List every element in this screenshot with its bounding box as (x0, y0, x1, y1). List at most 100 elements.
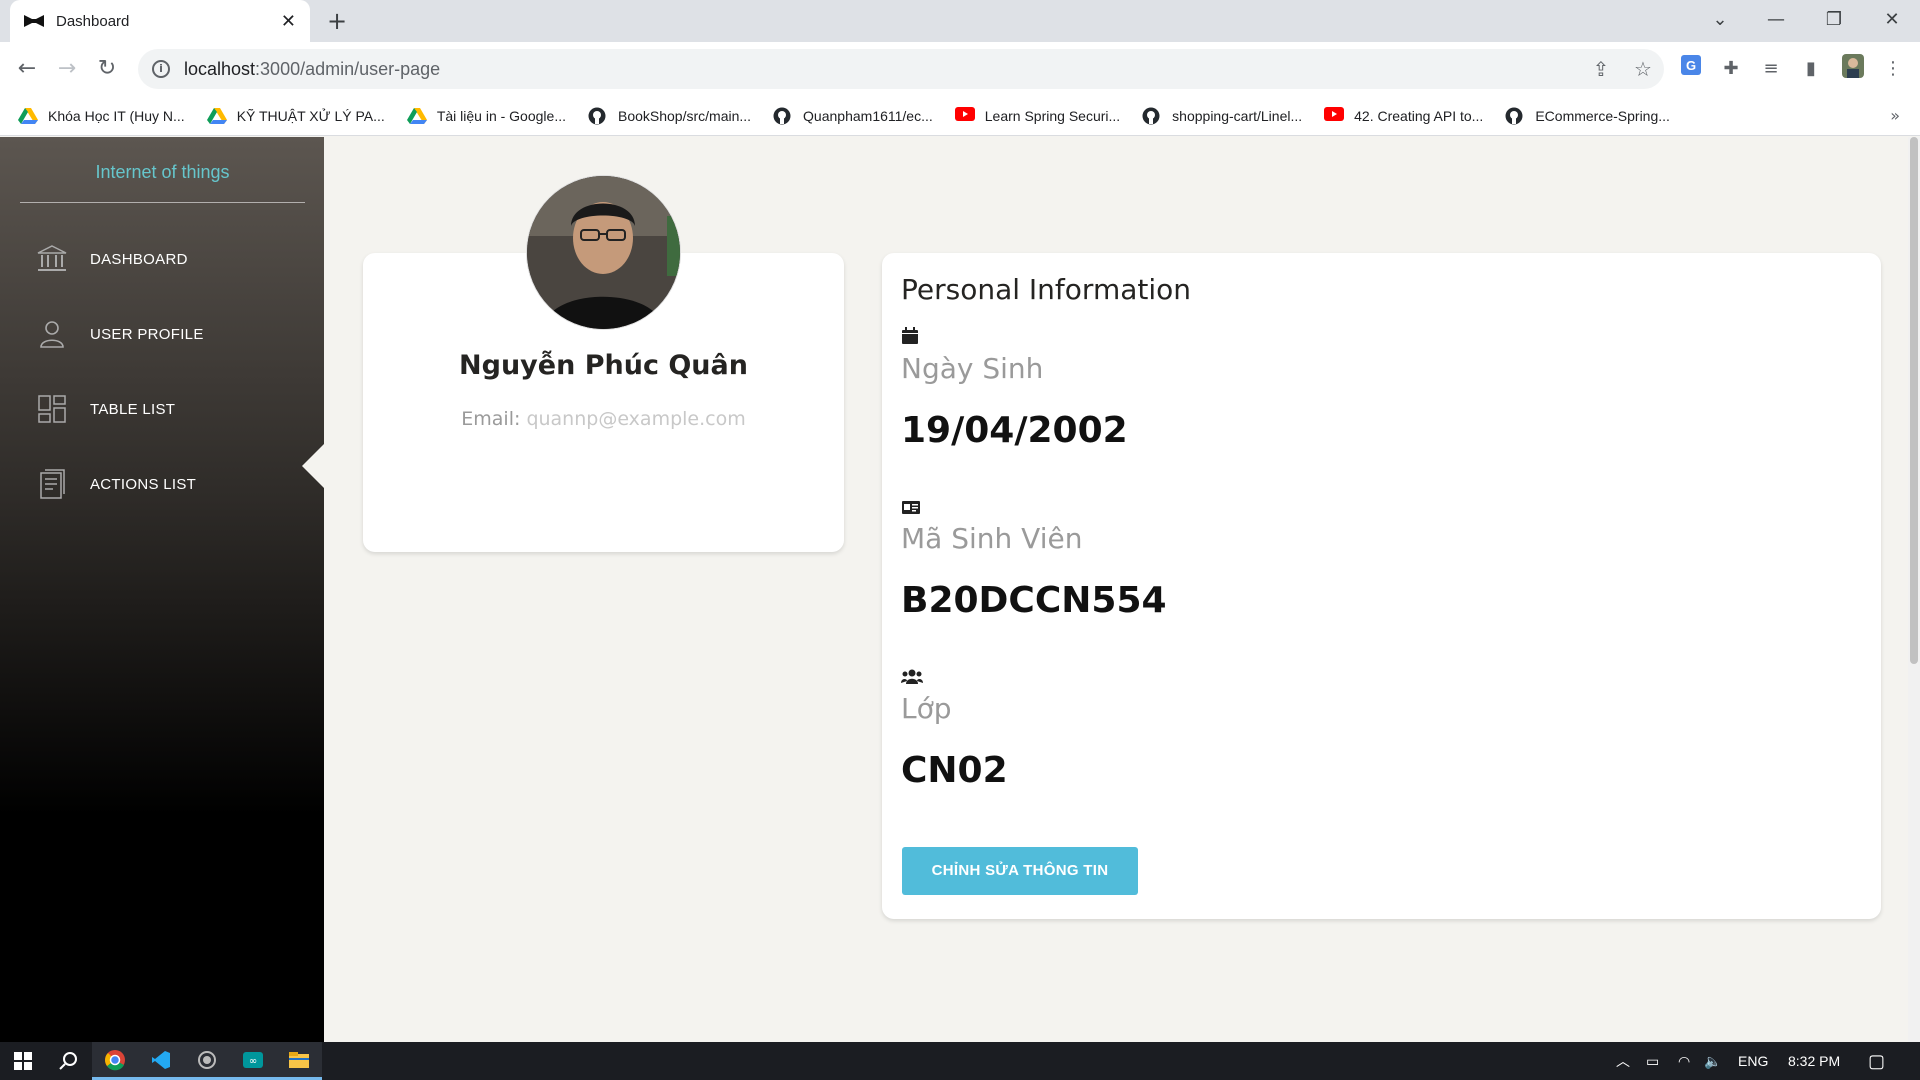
sidebar: Internet of things DASHBOARD USER PROFIL… (0, 137, 324, 1042)
notifications-icon[interactable]: ▢ (1868, 1042, 1885, 1080)
sidebar-brand[interactable]: Internet of things (20, 137, 305, 203)
chrome-taskbar-icon[interactable] (92, 1042, 138, 1080)
sidebar-item-user-profile[interactable]: USER PROFILE (0, 304, 324, 364)
personal-info-title: Personal Information (901, 273, 1192, 306)
svg-text:∞: ∞ (249, 1056, 257, 1067)
media-queue-icon[interactable]: ≡ (1756, 54, 1786, 84)
github-icon (1505, 107, 1525, 125)
volume-icon[interactable]: 🔈 (1704, 1042, 1721, 1080)
bookmark-label: Tài liệu in - Google... (436, 107, 566, 124)
bookmark-label: Learn Spring Securi... (984, 107, 1121, 124)
youtube-icon (1324, 106, 1345, 125)
email-value: quannp@example.com (526, 408, 746, 430)
share-icon[interactable]: ⇪ (1584, 52, 1618, 86)
new-tab-button[interactable]: + (322, 6, 352, 36)
bookmark-label: KỸ THUẬT XỬ LÝ PA... (236, 107, 385, 124)
bookmark-label: Khóa Học IT (Huy N... (48, 107, 185, 124)
bookmark-label: BookShop/src/main... (617, 107, 752, 124)
id-card-icon (902, 501, 920, 514)
email-label: Email: (461, 408, 521, 430)
browser-tabstrip: Dashboard ✕ + ⌄ — ❐ ✕ (0, 0, 1920, 42)
bookmark-label: shopping-cart/Linel... (1172, 107, 1303, 124)
extensions-puzzle-icon[interactable]: ✚ (1716, 54, 1746, 84)
bookmark-item[interactable]: BookShop/src/main... (588, 107, 751, 125)
document-icon (40, 469, 65, 499)
bookmarks-bar: Khóa Học IT (Huy N... KỸ THUẬT XỬ LÝ PA..… (0, 96, 1920, 136)
bookmark-item[interactable]: Quanpham1611/ec... (773, 107, 933, 125)
tab-title: Dashboard (56, 12, 130, 30)
wifi-icon[interactable]: ◠ (1678, 1042, 1690, 1080)
site-info-icon[interactable]: i (152, 60, 170, 78)
bookmarks-more-button[interactable]: » (1890, 96, 1900, 136)
bookmark-star-icon[interactable]: ☆ (1626, 52, 1660, 86)
avatar (527, 176, 680, 329)
chrome-menu-icon[interactable]: ⋮ (1878, 54, 1908, 84)
grid-icon (38, 395, 66, 423)
github-icon (773, 107, 793, 125)
bank-icon (37, 245, 67, 271)
tab-search-icon[interactable]: ⌄ (1692, 0, 1748, 42)
edit-info-button[interactable]: CHỈNH SỬA THÔNG TIN (902, 847, 1138, 895)
restore-button[interactable]: ❐ (1806, 0, 1862, 42)
active-indicator (302, 444, 324, 488)
field-value-class: CN02 (901, 750, 1008, 791)
bookmark-item[interactable]: 42. Creating API to... (1324, 106, 1484, 125)
tab-close-icon[interactable]: ✕ (281, 11, 296, 32)
translate-extension-icon[interactable]: G (1676, 54, 1706, 84)
back-button[interactable]: ← (10, 52, 44, 86)
bookmark-item[interactable]: Khóa Học IT (Huy N... (18, 107, 185, 125)
language-indicator[interactable]: ENG (1738, 1042, 1768, 1080)
field-label-birthday: Ngày Sinh (901, 352, 1044, 385)
sidebar-item-label: ACTIONS LIST (90, 475, 197, 493)
side-panel-icon[interactable]: ▮ (1796, 54, 1826, 84)
address-bar[interactable]: i localhost:3000/admin/user-page (138, 49, 1664, 89)
bow-tie-icon (24, 14, 44, 28)
scrollbar-thumb[interactable] (1910, 137, 1918, 664)
bookmark-item[interactable]: Tài liệu in - Google... (406, 107, 566, 125)
youtube-icon (954, 106, 975, 125)
minimize-button[interactable]: — (1748, 0, 1804, 42)
windows-start-icon[interactable] (0, 1042, 46, 1080)
field-value-birthday: 19/04/2002 (901, 410, 1128, 451)
tray-chevron-icon[interactable]: ︿ (1616, 1042, 1630, 1080)
battery-icon[interactable]: ▭ (1646, 1042, 1659, 1080)
close-window-button[interactable]: ✕ (1864, 0, 1920, 42)
bookmark-item[interactable]: ECommerce-Spring... (1505, 107, 1670, 125)
reload-button[interactable]: ↻ (90, 52, 124, 86)
bookmark-label: Quanpham1611/ec... (803, 107, 933, 124)
users-icon (901, 669, 923, 684)
vscode-taskbar-icon[interactable] (138, 1042, 184, 1080)
profile-name: Nguyễn Phúc Quân (459, 350, 748, 381)
bookmark-item[interactable]: shopping-cart/Linel... (1142, 107, 1302, 125)
sidebar-item-table-list[interactable]: TABLE LIST (0, 379, 324, 439)
field-value-student-id: B20DCCN554 (901, 580, 1167, 621)
github-icon (588, 107, 608, 125)
bookmark-label: ECommerce-Spring... (1535, 107, 1670, 124)
profile-email: Email: quannp@example.com (363, 408, 844, 430)
taskbar: ∞ ︿ ▭ ◠ 🔈 ENG 8:32 PM ▢ (0, 1042, 1920, 1080)
url-text: localhost:3000/admin/user-page (184, 58, 441, 79)
sidebar-item-actions-list[interactable]: ACTIONS LIST (0, 454, 324, 514)
calendar-icon (902, 327, 918, 344)
sidebar-item-dashboard[interactable]: DASHBOARD (0, 229, 324, 289)
forward-button[interactable]: → (50, 52, 84, 86)
sidebar-item-label: DASHBOARD (90, 250, 188, 268)
bookmark-label: 42. Creating API to... (1354, 107, 1484, 124)
github-icon (1142, 107, 1162, 125)
field-label-class: Lớp (901, 692, 952, 725)
arduino-taskbar-icon[interactable]: ∞ (230, 1042, 276, 1080)
file-explorer-taskbar-icon[interactable] (276, 1042, 322, 1080)
sidebar-item-label: USER PROFILE (90, 325, 204, 343)
google-drive-icon (406, 107, 427, 125)
bookmark-item[interactable]: KỸ THUẬT XỬ LÝ PA... (206, 107, 385, 125)
google-drive-icon (18, 107, 38, 125)
search-icon[interactable] (46, 1042, 92, 1080)
profile-avatar[interactable] (1838, 54, 1868, 84)
eclipse-taskbar-icon[interactable] (184, 1042, 230, 1080)
clock[interactable]: 8:32 PM (1788, 1042, 1840, 1080)
user-icon (40, 321, 64, 348)
browser-toolbar: ← → ↻ i localhost:3000/admin/user-page ⇪… (0, 42, 1920, 96)
browser-tab[interactable]: Dashboard ✕ (10, 0, 310, 42)
bookmark-item[interactable]: Learn Spring Securi... (954, 106, 1121, 125)
google-drive-icon (206, 107, 227, 125)
